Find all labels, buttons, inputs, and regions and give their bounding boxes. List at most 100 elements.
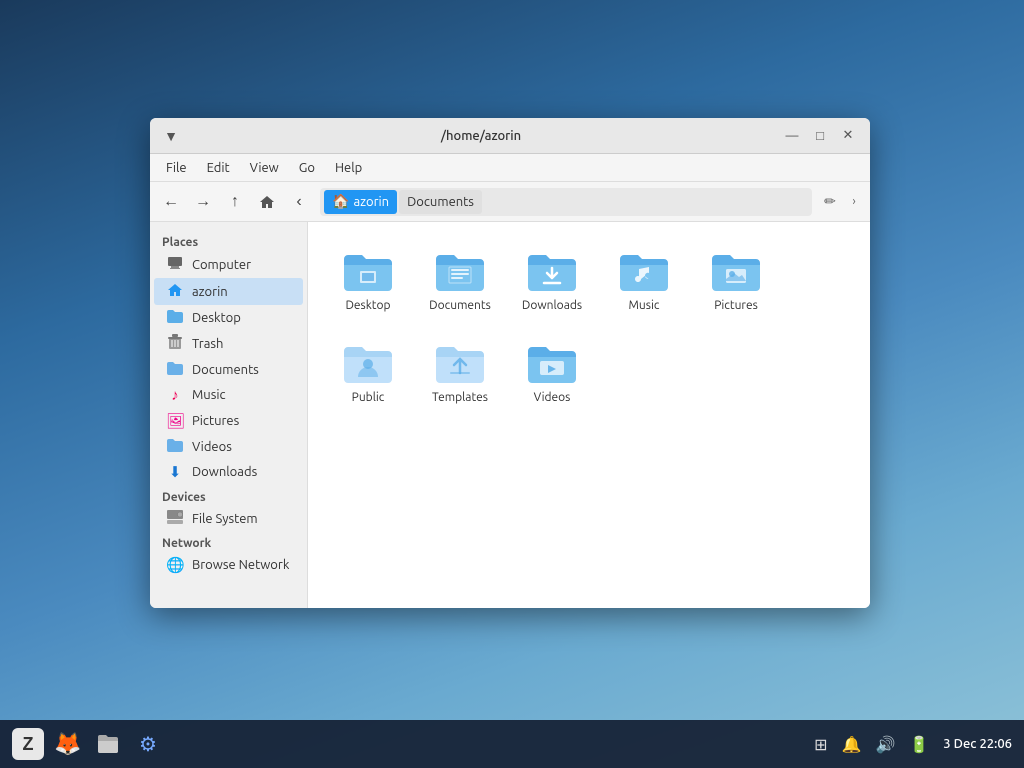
taskbar-left: Z 🦊 ⚙ [12, 728, 164, 760]
settings-button[interactable]: ⚙ [132, 728, 164, 760]
sidebar: Places Computer azorin Desktop [150, 222, 308, 608]
folder-documents-label: Documents [429, 299, 491, 313]
sidebar-item-trash[interactable]: Trash [154, 330, 303, 357]
menubar: File Edit View Go Help [150, 154, 870, 182]
notification-icon[interactable]: 🔔 [842, 735, 862, 754]
folder-pictures-icon [710, 251, 762, 295]
volume-icon[interactable]: 🔊 [875, 735, 895, 754]
menu-help[interactable]: Help [327, 159, 370, 177]
files-button[interactable] [92, 728, 124, 760]
titlebar-menu-button[interactable]: ▼ [160, 125, 182, 147]
folder-videos-icon [526, 343, 578, 387]
sidebar-item-filesystem-label: File System [192, 512, 258, 526]
network-icon: 🌐 [166, 556, 184, 574]
folder-documents[interactable]: Documents [416, 238, 504, 326]
folder-templates-label: Templates [432, 391, 488, 405]
network-label: Network [150, 531, 307, 552]
breadcrumb-documents[interactable]: Documents [399, 190, 482, 214]
folder-desktop[interactable]: Desktop [324, 238, 412, 326]
sidebar-item-downloads[interactable]: ⬇ Downloads [154, 459, 303, 485]
firefox-button[interactable]: 🦊 [52, 728, 84, 760]
folder-pictures-label: Pictures [714, 299, 758, 313]
sidebar-item-browse-network-label: Browse Network [192, 558, 289, 572]
location-bar: 🏠 azorin Documents [320, 188, 812, 216]
minimize-button[interactable]: — [780, 127, 804, 145]
window-title: /home/azorin [182, 129, 780, 143]
music-icon: ♪ [166, 386, 184, 404]
home-button[interactable] [252, 188, 282, 216]
next-location-button[interactable]: › [844, 188, 864, 216]
downloads-icon: ⬇ [166, 463, 184, 481]
menu-edit[interactable]: Edit [199, 159, 238, 177]
sidebar-item-desktop-label: Desktop [192, 311, 241, 325]
folder-music-icon [618, 251, 670, 295]
folder-public-label: Public [352, 391, 385, 405]
sidebar-item-pictures[interactable]: 🖼 Pictures [154, 408, 303, 434]
folder-music[interactable]: Music [600, 238, 688, 326]
sidebar-item-computer[interactable]: Computer [154, 251, 303, 278]
breadcrumb-home[interactable]: 🏠 azorin [324, 190, 397, 214]
sidebar-item-azorin-label: azorin [192, 285, 228, 299]
folder-public[interactable]: Public [324, 330, 412, 418]
folder-public-icon [342, 343, 394, 387]
folder-videos[interactable]: Videos [508, 330, 596, 418]
workspaces-icon[interactable]: ⊞ [814, 735, 827, 754]
sidebar-item-videos-label: Videos [192, 440, 232, 454]
desktop-folder-icon [166, 309, 184, 326]
folder-desktop-label: Desktop [345, 299, 390, 313]
folder-pictures[interactable]: Pictures [692, 238, 780, 326]
sidebar-item-computer-label: Computer [192, 258, 251, 272]
filesystem-icon [166, 510, 184, 527]
devices-label: Devices [150, 485, 307, 506]
close-button[interactable]: ✕ [836, 127, 860, 145]
taskbar-right: ⊞ 🔔 🔊 🔋 3 Dec 22:06 [814, 735, 1012, 754]
clock: 3 Dec 22:06 [943, 737, 1012, 751]
zorin-menu-button[interactable]: Z [12, 728, 44, 760]
maximize-button[interactable]: □ [808, 127, 832, 145]
home-icon [166, 282, 184, 301]
folder-templates[interactable]: Templates [416, 330, 504, 418]
trash-icon [166, 334, 184, 353]
toolbar: ← → ↑ ‹ 🏠 azorin Documents ✏ › [150, 182, 870, 222]
menu-view[interactable]: View [242, 159, 287, 177]
sidebar-item-videos[interactable]: Videos [154, 434, 303, 459]
main-content: Places Computer azorin Desktop [150, 222, 870, 608]
folder-music-label: Music [629, 299, 660, 313]
titlebar: ▼ /home/azorin — □ ✕ [150, 118, 870, 154]
sidebar-item-downloads-label: Downloads [192, 465, 257, 479]
sidebar-item-desktop[interactable]: Desktop [154, 305, 303, 330]
folder-documents-icon [434, 251, 486, 295]
forward-button[interactable]: → [188, 188, 218, 216]
taskbar: Z 🦊 ⚙ ⊞ 🔔 🔊 🔋 3 Dec 22:06 [0, 720, 1024, 768]
sidebar-item-music-label: Music [192, 388, 226, 402]
folder-downloads-label: Downloads [522, 299, 582, 313]
battery-icon[interactable]: 🔋 [909, 735, 929, 754]
folder-downloads[interactable]: Downloads [508, 238, 596, 326]
up-button[interactable]: ↑ [220, 188, 250, 216]
places-label: Places [150, 230, 307, 251]
menu-file[interactable]: File [158, 159, 195, 177]
sidebar-item-browse-network[interactable]: 🌐 Browse Network [154, 552, 303, 578]
videos-folder-icon [166, 438, 184, 455]
edit-location-button[interactable]: ✏ [818, 190, 842, 214]
folder-templates-icon [434, 343, 486, 387]
documents-folder-icon [166, 361, 184, 378]
file-grid: Desktop Documents [324, 238, 854, 418]
sidebar-item-pictures-label: Pictures [192, 414, 239, 428]
folder-videos-label: Videos [534, 391, 571, 405]
folder-downloads-icon [526, 251, 578, 295]
prev-location-button[interactable]: ‹ [284, 188, 314, 216]
sidebar-item-azorin[interactable]: azorin [154, 278, 303, 305]
file-manager-window: ▼ /home/azorin — □ ✕ File Edit View Go H… [150, 118, 870, 608]
sidebar-item-documents[interactable]: Documents [154, 357, 303, 382]
sidebar-item-music[interactable]: ♪ Music [154, 382, 303, 408]
menu-go[interactable]: Go [291, 159, 323, 177]
computer-icon [166, 255, 184, 274]
sidebar-item-trash-label: Trash [192, 337, 223, 351]
back-button[interactable]: ← [156, 188, 186, 216]
file-area: Desktop Documents [308, 222, 870, 608]
window-controls: — □ ✕ [780, 127, 860, 145]
sidebar-item-filesystem[interactable]: File System [154, 506, 303, 531]
folder-desktop-icon [342, 251, 394, 295]
pictures-icon: 🖼 [166, 412, 184, 430]
